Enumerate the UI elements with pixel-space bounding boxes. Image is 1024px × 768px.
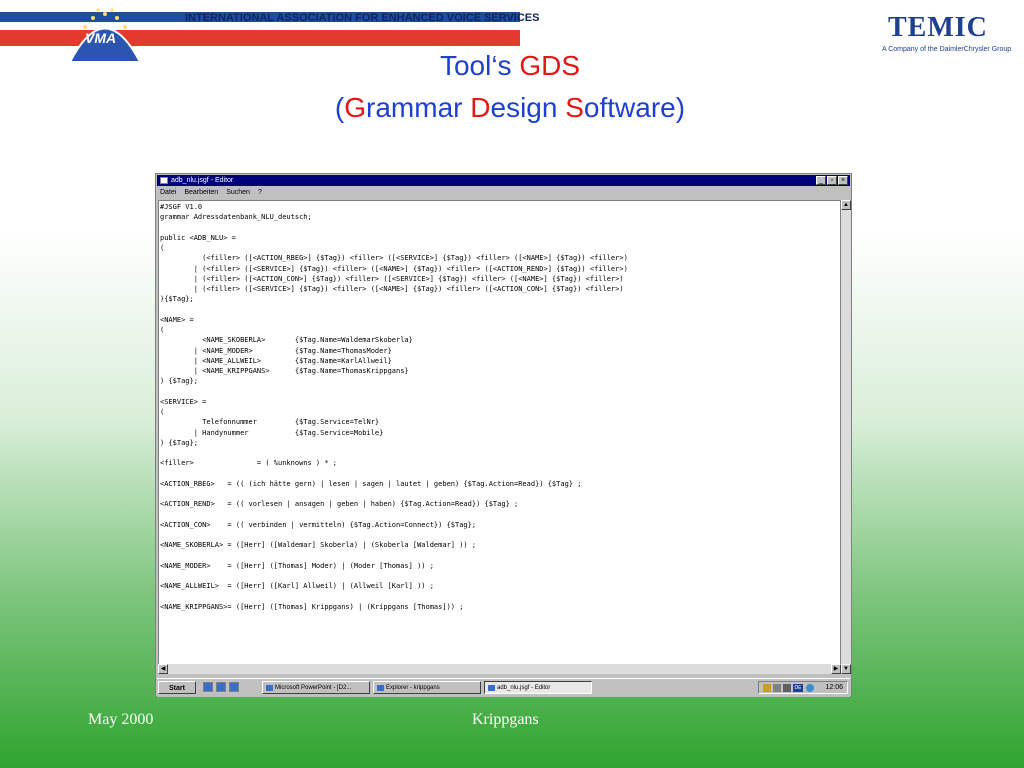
task-powerpoint[interactable]: Microsoft PowerPoint - [D2... [262,681,370,694]
task-editor[interactable]: adb_nlu.jsgf - Editor [484,681,592,694]
scroll-right-icon[interactable]: ▶ [831,664,841,674]
task-explorer[interactable]: Explorer - krippgans [373,681,481,694]
menu-suchen[interactable]: Suchen [226,187,250,198]
network-icon[interactable] [773,684,781,692]
slide-subtitle: (Grammar Design Software) [0,92,1020,124]
subtitle-word-oftware: oftware [583,92,676,123]
subtitle-word-esign: esign [490,92,566,123]
explorer-icon [377,685,384,691]
speaker-icon[interactable] [763,684,771,692]
footer-author: Krippgans [472,711,539,728]
subtitle-word-rammar: rammar [366,92,471,123]
close-button[interactable]: × [838,176,848,185]
start-button[interactable]: Start [158,681,196,694]
vma-logo-text: VMA [85,30,117,46]
notepad-icon [160,177,168,184]
menu-help[interactable]: ? [258,187,262,198]
maximize-button[interactable]: ▫ [827,176,837,185]
subtitle-close-paren: ) [675,92,686,123]
window-titlebar[interactable]: adb_nlu.jsgf - Editor _ ▫ × [157,175,850,186]
task-powerpoint-label: Microsoft PowerPoint - [D2... [275,685,352,691]
grammar-source[interactable]: #JSGF V1.0 grammar Adressdatenbank_NLU_d… [159,201,840,613]
editor-window: adb_nlu.jsgf - Editor _ ▫ × Datei Bearbe… [155,173,852,697]
desktop-icon[interactable] [203,682,213,692]
window-title: adb_nlu.jsgf - Editor [171,177,234,184]
powerpoint-icon [266,685,273,691]
subtitle-letter-s: S [565,92,584,123]
language-indicator[interactable]: DE [793,684,803,692]
footer-date: May 2000 [88,711,154,728]
scroll-down-icon[interactable]: ▼ [841,664,851,674]
title-part-a: Tool‘s [439,50,520,81]
title-part-gds: GDS [519,50,581,81]
monitor-icon[interactable] [783,684,791,692]
minimize-button[interactable]: _ [816,176,826,185]
subtitle-open-paren: ( [334,92,345,123]
vertical-scrollbar[interactable]: ▲ ▼ [841,200,851,674]
notepad-task-icon [488,685,495,691]
scroll-up-icon[interactable]: ▲ [841,200,851,210]
temic-logo: TEMIC [888,12,988,43]
task-editor-label: adb_nlu.jsgf - Editor [497,685,551,691]
system-tray: DE 12:06 [758,681,848,694]
menu-datei[interactable]: Datei [160,187,176,198]
globe-icon[interactable] [806,684,814,692]
menu-bearbeiten[interactable]: Bearbeiten [184,187,218,198]
window-controls: _ ▫ × [816,176,848,185]
ie-icon[interactable] [216,682,226,692]
scroll-left-icon[interactable]: ◀ [158,664,168,674]
task-explorer-label: Explorer - krippgans [386,685,440,691]
subtitle-letter-g: G [344,92,367,123]
horizontal-scrollbar[interactable]: ◀ ▶ [158,664,841,674]
slide-title: Tool‘s GDS [0,50,1020,82]
taskbar-clock[interactable]: 12:06 [825,682,843,693]
windows-taskbar: Start Microsoft PowerPoint - [D2... Expl… [157,678,850,697]
association-name: INTERNATIONAL ASSOCIATION FOR ENHANCED V… [185,12,540,24]
subtitle-letter-d: D [470,92,491,123]
text-editor-area[interactable]: #JSGF V1.0 grammar Adressdatenbank_NLU_d… [158,200,841,674]
channel-icon[interactable] [229,682,239,692]
quick-launch [203,682,239,692]
menu-bar: Datei Bearbeiten Suchen ? [158,187,262,198]
